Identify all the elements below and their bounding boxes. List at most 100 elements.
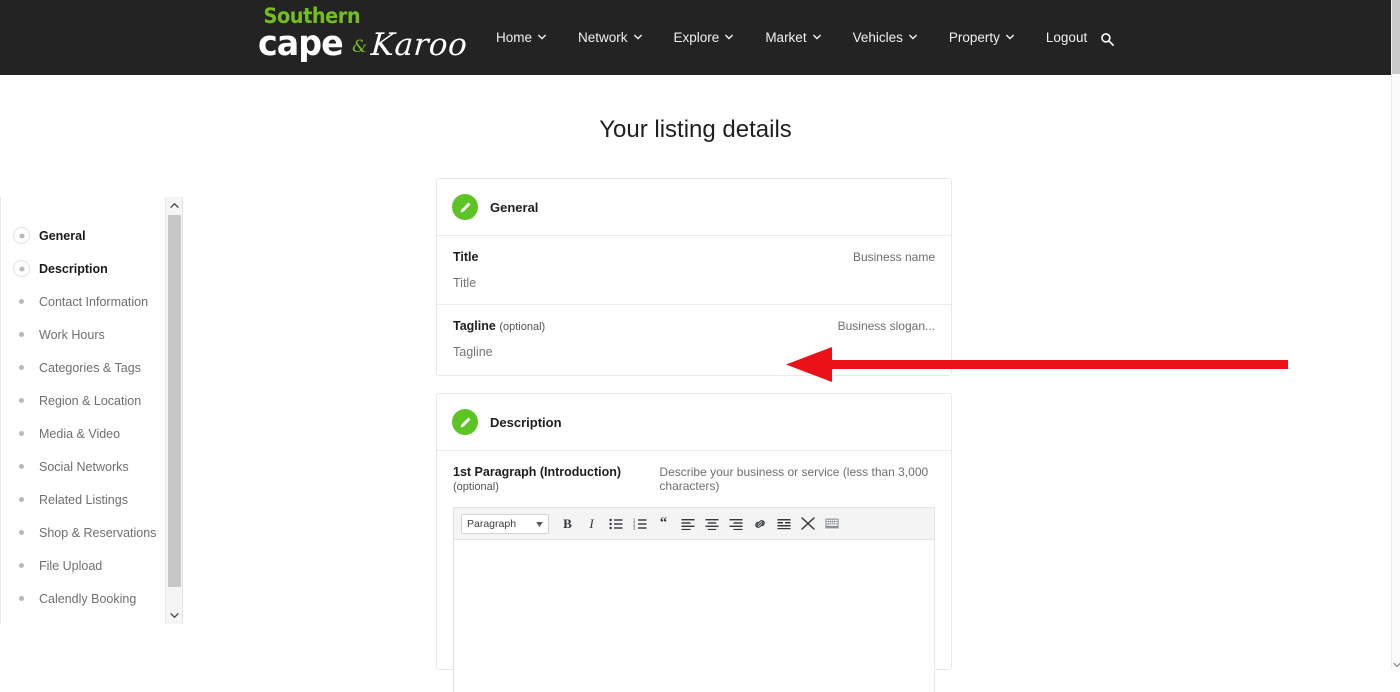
numbered-list-icon[interactable]: 1 2 3 — [629, 513, 650, 534]
nav-item-property[interactable]: Property — [933, 30, 1030, 45]
sidebar-item-label: General — [39, 228, 86, 243]
chevron-up-icon[interactable] — [166, 197, 182, 214]
bullet-icon — [19, 596, 24, 601]
title-field-hint: Business name — [852, 250, 935, 264]
paragraph-format-select[interactable]: Paragraph — [461, 513, 549, 534]
bullet-icon — [19, 497, 24, 502]
description-card-header: Description — [437, 394, 951, 451]
align-right-icon[interactable] — [725, 513, 746, 534]
description-card: Description 1st Paragraph (Introduction)… — [436, 393, 952, 692]
bullet-icon — [19, 530, 24, 535]
nav-item-market[interactable]: Market — [749, 30, 836, 45]
title-field-label: Title — [453, 250, 479, 264]
paragraph-field-hint: Describe your business or service (less … — [659, 465, 929, 493]
chevron-down-icon — [1005, 33, 1014, 41]
read-more-icon[interactable] — [773, 513, 794, 534]
sidebar-item-calendly-booking[interactable]: Calendly Booking — [1, 582, 182, 615]
chevron-down-icon — [633, 33, 642, 41]
description-field-row: 1st Paragraph (Introduction) (optional) … — [437, 451, 951, 692]
sidebar-item-general[interactable]: General — [1, 219, 182, 252]
sidebar-item-categories-tags[interactable]: Categories & Tags — [1, 351, 182, 384]
nav-label: Market — [765, 30, 807, 45]
bullet-icon — [19, 563, 24, 568]
sidebar-item-description[interactable]: Description — [1, 252, 182, 285]
tagline-field-label: Tagline (optional) — [453, 319, 545, 333]
sidebar-list: General Description Contact Information … — [1, 197, 182, 615]
nav-label: Explore — [673, 30, 720, 45]
sidebar-item-media-video[interactable]: Media & Video — [1, 417, 182, 450]
sidebar-item-label: Social Networks — [39, 459, 129, 474]
rich-text-editor: Paragraph B I 1 2 3 “ — [453, 507, 935, 692]
sidebar-item-social-networks[interactable]: Social Networks — [1, 450, 182, 483]
tagline-input[interactable] — [453, 345, 935, 359]
link-icon[interactable] — [749, 513, 770, 534]
sidebar-item-label: Contact Information — [39, 294, 149, 309]
bullet-icon — [19, 365, 24, 370]
search-icon[interactable] — [1094, 26, 1120, 52]
window-scrollbar[interactable] — [1391, 0, 1400, 670]
nav-label: Network — [578, 30, 628, 45]
sidebar-item-file-upload[interactable]: File Upload — [1, 549, 182, 582]
sidebar-scrollbar[interactable] — [165, 197, 182, 624]
bullet-list-icon[interactable] — [605, 513, 626, 534]
italic-icon[interactable]: I — [581, 513, 602, 534]
keyboard-shortcuts-icon[interactable] — [821, 513, 842, 534]
sidebar-item-label: Categories & Tags — [39, 360, 141, 375]
align-center-icon[interactable] — [701, 513, 722, 534]
sidebar-item-label: Calendly Booking — [39, 591, 137, 606]
chevron-down-icon — [538, 33, 546, 41]
sidebar-item-related-listings[interactable]: Related Listings — [1, 483, 182, 516]
general-card-header: General — [437, 179, 951, 236]
general-card: General Title Business name Tagline (opt… — [436, 178, 952, 376]
sidebar-scrollbar-thumb[interactable] — [168, 215, 181, 587]
sidebar-item-label: Shop & Reservations — [39, 525, 157, 540]
site-logo[interactable]: Southern cape & Karoo — [258, 6, 469, 68]
window-scrollbar-thumb[interactable] — [1392, 0, 1400, 74]
sidebar-item-label: Region & Location — [39, 393, 142, 408]
nav-item-vehicles[interactable]: Vehicles — [837, 30, 933, 45]
page-body: Your listing details General Description… — [0, 75, 1391, 692]
sidebar-item-label: File Upload — [39, 558, 103, 573]
nav-item-logout[interactable]: Logout — [1030, 30, 1103, 45]
paragraph-optional-text: (optional) — [453, 481, 499, 493]
fullscreen-icon[interactable] — [797, 513, 818, 534]
sidebar-item-work-hours[interactable]: Work Hours — [1, 318, 182, 351]
page-title: Your listing details — [599, 116, 792, 143]
logo-karoo-text: Karoo — [370, 27, 469, 63]
sidebar-item-label: Work Hours — [39, 327, 105, 342]
description-card-title: Description — [490, 414, 562, 430]
sidebar-item-region-location[interactable]: Region & Location — [1, 384, 182, 417]
bullet-icon — [19, 398, 24, 403]
sidebar-item-label: Description — [39, 261, 108, 276]
logo-ampersand: & — [352, 37, 368, 57]
title-field-row: Title Business name — [437, 236, 951, 305]
nav-item-home[interactable]: Home — [480, 30, 562, 45]
sidebar-item-label: Media & Video — [39, 426, 121, 441]
bold-icon[interactable]: B — [557, 513, 578, 534]
main-navigation: Home Network Explore Market Vehicles Pro… — [480, 0, 1103, 75]
general-card-title: General — [490, 199, 539, 215]
bullet-icon — [13, 227, 30, 244]
align-left-icon[interactable] — [677, 513, 698, 534]
triangle-down-icon — [536, 518, 543, 530]
sidebar-item-shop-reservations[interactable]: Shop & Reservations — [1, 516, 182, 549]
chevron-down-icon[interactable] — [166, 607, 182, 624]
paragraph-label-text: 1st Paragraph (Introduction) — [453, 465, 622, 479]
title-input[interactable] — [453, 276, 935, 290]
pencil-icon — [452, 409, 478, 435]
site-header: Southern cape & Karoo Home Network Explo… — [0, 0, 1391, 75]
tagline-field-hint: Business slogan... — [837, 319, 935, 333]
bullet-icon — [19, 464, 24, 469]
chevron-down-icon[interactable] — [1392, 662, 1400, 668]
blockquote-icon[interactable]: “ — [653, 513, 674, 534]
nav-item-explore[interactable]: Explore — [658, 30, 750, 45]
svg-text:3: 3 — [633, 525, 636, 529]
chevron-down-icon — [812, 33, 821, 41]
nav-item-network[interactable]: Network — [562, 30, 658, 45]
nav-label: Vehicles — [852, 30, 903, 45]
chevron-down-icon — [908, 33, 917, 41]
sidebar-item-contact-information[interactable]: Contact Information — [1, 285, 182, 318]
tagline-label-text: Tagline — [453, 319, 496, 333]
editor-content-area[interactable] — [454, 540, 934, 692]
chevron-down-icon — [725, 33, 734, 41]
